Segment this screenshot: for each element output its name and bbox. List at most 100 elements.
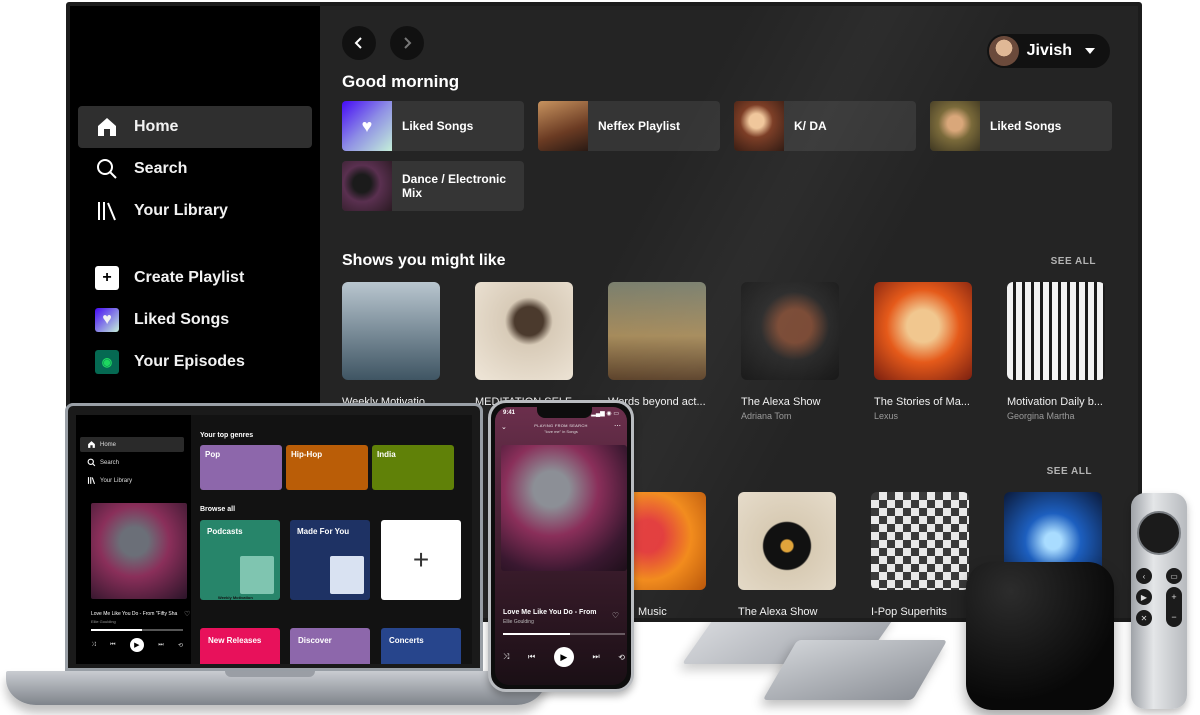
genre-card-india[interactable]: India	[372, 445, 454, 490]
laptop-player: Love Me Like You Do - From "Fifty Sha El…	[76, 605, 191, 664]
see-all-second-link[interactable]: SEE ALL	[1047, 466, 1092, 477]
home-icon	[88, 441, 95, 448]
tile-concerts[interactable]: Concerts	[381, 628, 461, 664]
show-title: The Alexa Show	[741, 396, 821, 408]
play-icon[interactable]: ▶	[553, 647, 574, 667]
phone-screen: 9:41 ▂▄▆ ◉ ▭ PLAYING FROM SEARCH "love m…	[495, 407, 627, 685]
user-menu[interactable]: Jivish	[986, 34, 1110, 68]
progress-fill	[503, 633, 571, 635]
heart-icon: ♥	[342, 101, 392, 151]
next-icon[interactable]: ⏭	[158, 642, 163, 649]
show-card[interactable]: The Alexa Show	[738, 492, 856, 618]
phone-controls: ⤨ ⏮ ▶ ⏭ ⟲	[503, 647, 625, 667]
progress-track[interactable]	[91, 629, 183, 631]
more-icon[interactable]: ⋯	[614, 422, 621, 430]
forward-button[interactable]	[390, 26, 424, 60]
progress-fill	[91, 629, 142, 631]
liked-songs-icon-wrap: ♥	[90, 303, 124, 337]
playlist-cover	[538, 101, 588, 151]
laptop-notch	[225, 671, 315, 677]
repeat-icon[interactable]: ⟲	[178, 642, 183, 649]
add-genre-button[interactable]: +	[381, 520, 461, 600]
sidebar-item-create-playlist[interactable]: + Create Playlist	[78, 257, 312, 299]
quick-pick-label: K/ DA	[794, 119, 827, 133]
remote-touchpad[interactable]	[1137, 511, 1181, 555]
quick-pick-dance-mix[interactable]: Dance / Electronic Mix	[342, 161, 524, 211]
playlist-cover	[930, 101, 980, 151]
show-card[interactable]: Motivation Daily b... Georgina Martha	[1007, 282, 1125, 421]
sidebar-item-library[interactable]: Your Library	[78, 190, 312, 232]
heart-icon[interactable]: ♡	[612, 611, 619, 620]
search-icon	[90, 152, 124, 186]
genre-card-pop[interactable]: Pop	[200, 445, 282, 490]
show-author: Lexus	[874, 411, 899, 421]
sidebar-item-liked-songs[interactable]: ♥ Liked Songs	[78, 299, 312, 341]
quick-pick-liked-songs-2[interactable]: Liked Songs	[930, 101, 1112, 151]
play-icon[interactable]: ▶	[129, 638, 144, 652]
show-art	[741, 282, 839, 380]
library-icon	[87, 477, 96, 485]
playing-from-context: "love me" in Songs	[544, 429, 578, 434]
user-name: Jivish	[1026, 42, 1072, 59]
sidebar-item-label: Liked Songs	[134, 311, 230, 328]
show-card[interactable]: The Alexa Show Adriana Tom	[741, 282, 859, 421]
quick-pick-label: Neffex Playlist	[598, 119, 681, 133]
album-art	[501, 445, 627, 571]
show-card[interactable]: MEDITATION SELF...	[475, 282, 593, 408]
back-button[interactable]	[342, 26, 376, 60]
next-icon[interactable]: ⏭	[592, 652, 599, 662]
tile-label: New Releases	[208, 636, 262, 645]
show-card[interactable]: The Stories of Ma... Lexus	[874, 282, 992, 421]
laptop-nav-home[interactable]: Home	[80, 437, 184, 452]
sidebar-item-label: Your Library	[134, 202, 228, 219]
tile-new-releases[interactable]: New Releases	[200, 628, 280, 664]
genre-card-hiphop[interactable]: Hip-Hop	[286, 445, 368, 490]
previous-icon[interactable]: ⏮	[528, 652, 535, 662]
browse-card-made-for-you[interactable]: Made For You	[290, 520, 370, 600]
track-title: Love Me Like You Do - From	[503, 609, 597, 616]
quick-pick-label: Dance / Electronic Mix	[402, 172, 507, 200]
podcast-cover	[240, 556, 274, 594]
tv-remote: ‹ ▭ ▶ ✕ + −	[1131, 493, 1187, 709]
show-title: The Alexa Show	[738, 606, 818, 618]
see-all-shows-link[interactable]: SEE ALL	[1051, 256, 1096, 267]
quick-pick-kda[interactable]: K/ DA	[734, 101, 916, 151]
sidebar-item-your-episodes[interactable]: ◉ Your Episodes	[78, 341, 312, 383]
genre-label: Hip-Hop	[291, 450, 323, 459]
volume-rocker[interactable]: + −	[1166, 587, 1182, 627]
heart-icon: ♥	[95, 308, 119, 332]
back-icon[interactable]: ‹	[1136, 568, 1152, 584]
heart-icon[interactable]: ♡	[184, 610, 190, 618]
track-artist: Ellie Goulding	[503, 619, 534, 625]
previous-icon[interactable]: ⏮	[110, 642, 115, 649]
browse-card-podcasts[interactable]: Podcasts Weekly Motivation	[200, 520, 280, 600]
laptop-nav-library[interactable]: Your Library	[80, 473, 184, 488]
mute-icon[interactable]: ✕	[1136, 610, 1152, 626]
chevron-down-icon[interactable]: ⌄	[501, 423, 507, 431]
progress-track[interactable]	[503, 633, 625, 635]
shuffle-icon[interactable]: ⤨	[91, 642, 96, 649]
play-pause-icon[interactable]: ▶	[1136, 589, 1152, 605]
tile-discover[interactable]: Discover	[290, 628, 370, 664]
laptop-nav-search[interactable]: Search	[80, 455, 184, 470]
repeat-icon[interactable]: ⟲	[618, 653, 625, 662]
show-art	[1007, 282, 1105, 380]
sidebar-item-home[interactable]: Home	[78, 106, 312, 148]
sidebar-item-search[interactable]: Search	[78, 148, 312, 190]
quick-pick-liked-songs[interactable]: ♥ Liked Songs	[342, 101, 524, 151]
show-card[interactable]: Weekly Motivatio...	[342, 282, 460, 408]
show-author: Adriana Tom	[741, 411, 792, 421]
genre-label: Pop	[205, 450, 221, 459]
podcast-icon: ◉	[95, 350, 119, 374]
library-icon	[90, 194, 124, 228]
show-title: The Stories of Ma...	[874, 396, 970, 408]
quick-pick-neffex[interactable]: Neffex Playlist	[538, 101, 720, 151]
laptop-nav-label: Home	[100, 441, 117, 448]
tv-icon[interactable]: ▭	[1166, 568, 1182, 584]
browse-label: Podcasts	[207, 527, 243, 536]
shuffle-icon[interactable]: ⤨	[503, 652, 509, 662]
playlist-cover	[734, 101, 784, 151]
laptop-nav-label: Search	[100, 459, 120, 466]
show-art	[871, 492, 969, 590]
show-card[interactable]: Words beyond act... l Scott	[608, 282, 726, 421]
